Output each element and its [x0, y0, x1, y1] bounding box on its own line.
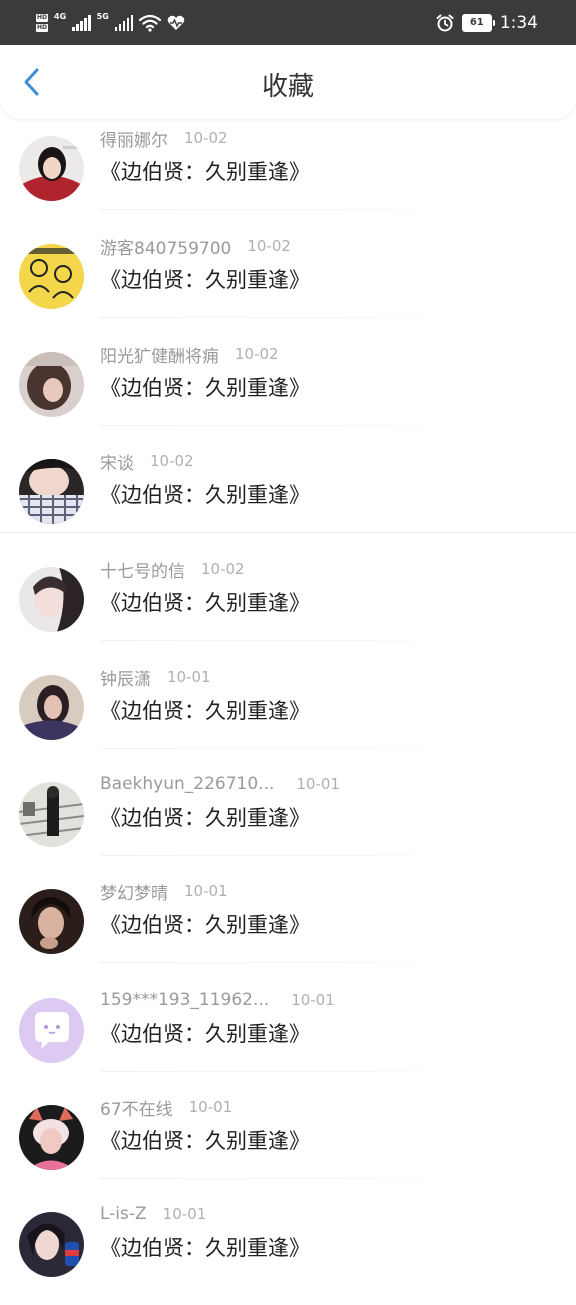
item-meta: 得丽娜尔 10-02	[100, 125, 228, 151]
username[interactable]: 阳光犷健酬将痈	[100, 342, 219, 367]
hd-label-1: HD	[36, 13, 49, 22]
work-title[interactable]: 《边伯贤：久别重逢》	[100, 156, 310, 186]
list-item[interactable]: 游客840759700 10-02 《边伯贤：久别重逢》	[0, 230, 576, 337]
item-meta: 宋谈 10-02	[100, 448, 194, 474]
item-date: 10-01	[291, 991, 335, 1009]
hd-label-2: HD	[36, 23, 49, 32]
avatar[interactable]	[19, 782, 84, 847]
divider	[100, 855, 486, 856]
item-date: 10-01	[162, 1205, 207, 1223]
list-item[interactable]: L-is-Z 10-01 《边伯贤：久别重逢》	[0, 1198, 576, 1305]
work-title[interactable]: 《边伯贤：久别重逢》	[100, 695, 310, 725]
item-date: 10-01	[184, 882, 228, 900]
item-meta: 67不在线 10-01	[100, 1094, 232, 1120]
username[interactable]: 得丽娜尔	[100, 126, 168, 151]
list-item[interactable]: 宋谈 10-02 《边伯贤：久别重逢》	[0, 445, 576, 552]
avatar[interactable]	[19, 244, 84, 309]
avatar[interactable]	[19, 352, 84, 417]
work-title[interactable]: 《边伯贤：久别重逢》	[100, 802, 310, 832]
heart-pulse-icon	[168, 15, 185, 30]
network-type-2: 5G	[96, 12, 109, 21]
item-date: 10-02	[150, 452, 194, 470]
list-item[interactable]: 十七号的信 10-02 《边伯贤：久别重逢》	[0, 553, 576, 660]
username[interactable]: 67不在线	[100, 1095, 173, 1120]
divider	[100, 748, 486, 749]
username[interactable]: Baekhyun_226710...	[100, 774, 274, 794]
status-bar-left: HD HD 4G 5G	[36, 0, 185, 45]
item-date: 10-01	[167, 668, 211, 686]
work-title[interactable]: 《边伯贤：久别重逢》	[100, 479, 310, 509]
work-title[interactable]: 《边伯贤：久别重逢》	[100, 587, 310, 617]
status-bar-right: 61 1:34	[436, 0, 538, 45]
signal-icon	[114, 14, 134, 31]
avatar[interactable]	[19, 998, 84, 1063]
list-item[interactable]: 67不在线 10-01 《边伯贤：久别重逢》	[0, 1091, 576, 1198]
divider	[100, 209, 486, 210]
work-title[interactable]: 《边伯贤：久别重逢》	[100, 1018, 310, 1048]
item-date: 10-01	[188, 1098, 233, 1116]
item-meta: 钟辰潇 10-01	[100, 664, 211, 690]
divider	[100, 1071, 486, 1072]
list-item[interactable]: 梦幻梦晴 10-01 《边伯贤：久别重逢》	[0, 875, 576, 982]
item-meta: L-is-Z 10-01	[100, 1201, 206, 1227]
signal-icon	[72, 14, 91, 31]
item-date: 10-01	[296, 775, 340, 793]
username[interactable]: 梦幻梦晴	[100, 879, 168, 904]
work-title[interactable]: 《边伯贤：久别重逢》	[100, 1125, 310, 1155]
list-item[interactable]: 钟辰潇 10-01 《边伯贤：久别重逢》	[0, 661, 576, 768]
page-title: 收藏	[261, 72, 314, 102]
item-meta: 159***193_11962... 10-01	[100, 987, 335, 1013]
avatar[interactable]	[19, 889, 84, 954]
network-type-1: 4G	[54, 12, 67, 21]
username[interactable]: 十七号的信	[100, 557, 185, 582]
item-meta: Baekhyun_226710... 10-01	[100, 771, 340, 797]
username[interactable]: 宋谈	[100, 449, 134, 474]
avatar[interactable]	[19, 136, 84, 201]
item-meta: 阳光犷健酬将痈 10-02	[100, 341, 279, 367]
alarm-icon	[436, 14, 454, 31]
list-item[interactable]: 159***193_11962... 10-01 《边伯贤：久别重逢》	[0, 984, 576, 1091]
item-date: 10-02	[235, 345, 279, 363]
avatar[interactable]	[19, 459, 84, 524]
status-bar: HD HD 4G 5G 61 1:34	[0, 0, 576, 45]
status-time: 1:34	[499, 12, 538, 33]
item-meta: 梦幻梦晴 10-01	[100, 878, 228, 904]
wifi-icon	[139, 14, 162, 32]
work-title[interactable]: 《边伯贤：久别重逢》	[100, 1232, 310, 1262]
list-item[interactable]: 得丽娜尔 10-02 《边伯贤：久别重逢》	[0, 122, 576, 229]
divider	[100, 425, 486, 426]
work-title[interactable]: 《边伯贤：久别重逢》	[100, 372, 310, 402]
divider	[100, 962, 486, 963]
item-date: 10-02	[201, 560, 245, 578]
nav-bar: 收藏	[0, 45, 576, 119]
divider	[0, 532, 576, 533]
avatar[interactable]	[19, 675, 84, 740]
username[interactable]: L-is-Z	[100, 1204, 147, 1224]
username[interactable]: 159***193_11962...	[100, 990, 269, 1010]
divider	[100, 640, 486, 641]
list-item[interactable]: 阳光犷健酬将痈 10-02 《边伯贤：久别重逢》	[0, 338, 576, 445]
avatar[interactable]	[19, 1212, 84, 1277]
username[interactable]: 游客840759700	[100, 234, 231, 259]
hd-indicator: HD HD	[36, 13, 49, 33]
battery-icon: 61	[461, 13, 495, 32]
item-date: 10-02	[247, 237, 291, 255]
work-title[interactable]: 《边伯贤：久别重逢》	[100, 264, 310, 294]
item-meta: 游客840759700 10-02	[100, 233, 291, 259]
divider	[100, 317, 486, 318]
avatar[interactable]	[19, 567, 84, 632]
avatar[interactable]	[19, 1105, 84, 1170]
work-title[interactable]: 《边伯贤：久别重逢》	[100, 909, 310, 939]
item-date: 10-02	[184, 129, 228, 147]
username[interactable]: 钟辰潇	[100, 665, 151, 690]
divider	[100, 1178, 486, 1179]
list-item[interactable]: Baekhyun_226710... 10-01 《边伯贤：久别重逢》	[0, 768, 576, 875]
item-meta: 十七号的信 10-02	[100, 556, 245, 582]
